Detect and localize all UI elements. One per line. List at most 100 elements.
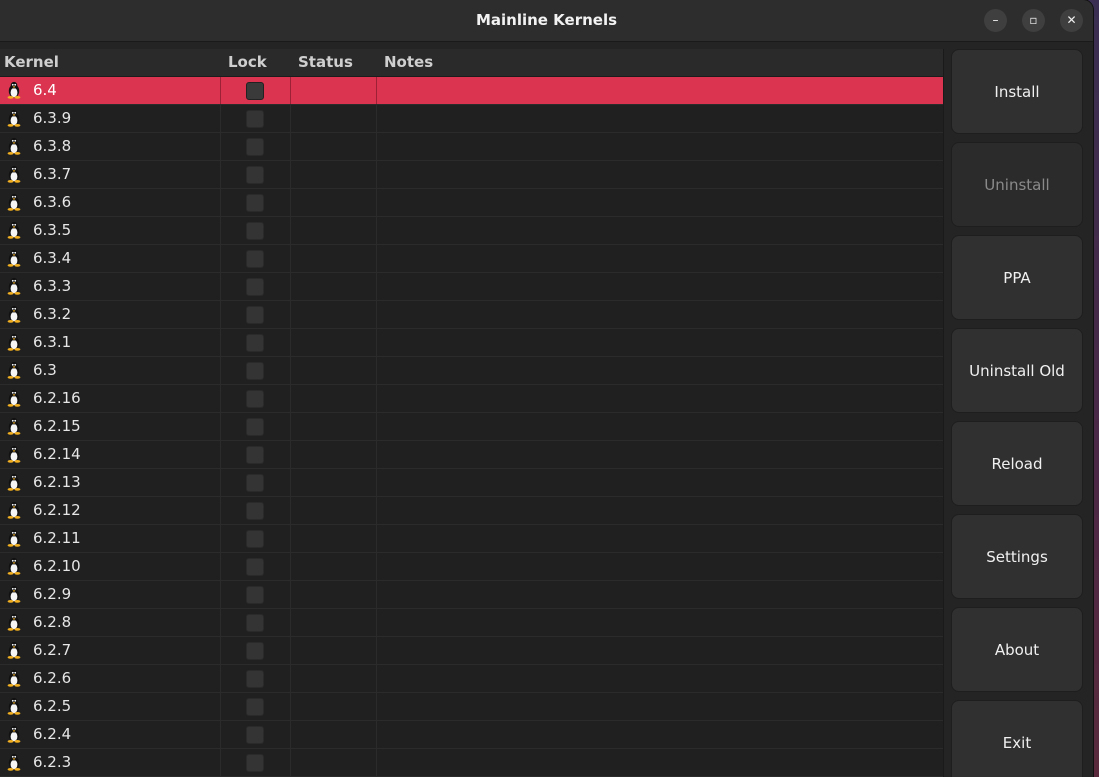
kernel-row[interactable]: 6.2.16 xyxy=(0,385,943,413)
about-button[interactable]: About xyxy=(951,607,1083,692)
kernel-row[interactable]: 6.3.2 xyxy=(0,301,943,329)
lock-checkbox[interactable] xyxy=(246,586,264,604)
close-button[interactable]: ✕ xyxy=(1060,9,1083,32)
lock-checkbox[interactable] xyxy=(246,390,264,408)
maximize-button[interactable]: ▫ xyxy=(1022,9,1045,32)
kernel-row[interactable]: 6.2.10 xyxy=(0,553,943,581)
tux-penguin-icon xyxy=(7,753,21,771)
lock-checkbox[interactable] xyxy=(246,166,264,184)
kernel-version: 6.3.9 xyxy=(33,109,72,127)
title-bar[interactable]: Mainline Kernels – ▫ ✕ xyxy=(0,0,1093,42)
tux-penguin-icon xyxy=(7,333,21,351)
kernel-row[interactable]: 6.2.3 xyxy=(0,749,943,777)
kernel-version: 6.2.14 xyxy=(33,445,81,463)
lock-checkbox[interactable] xyxy=(246,334,264,352)
kernel-row[interactable]: 6.2.14 xyxy=(0,441,943,469)
tux-penguin-icon xyxy=(7,613,21,631)
column-divider xyxy=(220,77,221,104)
kernel-version: 6.2.6 xyxy=(33,669,72,687)
lock-checkbox[interactable] xyxy=(246,530,264,548)
lock-checkbox[interactable] xyxy=(246,502,264,520)
kernel-row[interactable]: 6.2.13 xyxy=(0,469,943,497)
column-header-notes[interactable]: Notes xyxy=(384,53,433,71)
lock-checkbox[interactable] xyxy=(246,138,264,156)
lock-checkbox[interactable] xyxy=(246,278,264,296)
kernel-row[interactable]: 6.3.8 xyxy=(0,133,943,161)
column-divider xyxy=(220,441,221,468)
lock-checkbox[interactable] xyxy=(246,418,264,436)
kernel-row[interactable]: 6.2.8 xyxy=(0,609,943,637)
column-header-lock[interactable]: Lock xyxy=(228,53,267,71)
kernel-version: 6.3 xyxy=(33,361,57,379)
kernel-row[interactable]: 6.3.6 xyxy=(0,189,943,217)
column-divider xyxy=(376,189,377,216)
minimize-button[interactable]: – xyxy=(984,9,1007,32)
lock-checkbox[interactable] xyxy=(246,614,264,632)
column-divider xyxy=(376,693,377,720)
kernel-list[interactable]: Kernel Lock Status Notes 6.4 6.3.9 6.3.8 6.… xyxy=(0,49,944,777)
reload-button[interactable]: Reload xyxy=(951,421,1083,506)
lock-checkbox[interactable] xyxy=(246,670,264,688)
ppa-button[interactable]: PPA xyxy=(951,235,1083,320)
column-divider xyxy=(220,357,221,384)
column-divider xyxy=(376,413,377,440)
column-divider xyxy=(290,273,291,300)
kernel-row[interactable]: 6.2.6 xyxy=(0,665,943,693)
kernel-version: 6.2.13 xyxy=(33,473,81,491)
column-divider xyxy=(290,105,291,132)
kernel-row[interactable]: 6.2.7 xyxy=(0,637,943,665)
column-header-kernel[interactable]: Kernel xyxy=(4,53,59,71)
lock-checkbox[interactable] xyxy=(246,474,264,492)
lock-checkbox[interactable] xyxy=(246,82,264,100)
lock-checkbox[interactable] xyxy=(246,362,264,380)
exit-button[interactable]: Exit xyxy=(951,700,1083,777)
lock-checkbox[interactable] xyxy=(246,446,264,464)
lock-checkbox[interactable] xyxy=(246,726,264,744)
tux-penguin-icon xyxy=(7,249,21,267)
kernel-row[interactable]: 6.4 xyxy=(0,77,943,105)
kernel-version: 6.4 xyxy=(33,81,57,99)
lock-checkbox[interactable] xyxy=(246,698,264,716)
column-divider xyxy=(376,385,377,412)
settings-button[interactable]: Settings xyxy=(951,514,1083,599)
kernel-row[interactable]: 6.3.7 xyxy=(0,161,943,189)
kernel-row[interactable]: 6.2.12 xyxy=(0,497,943,525)
kernel-row[interactable]: 6.2.5 xyxy=(0,693,943,721)
column-divider xyxy=(220,497,221,524)
kernel-row[interactable]: 6.3.4 xyxy=(0,245,943,273)
lock-checkbox[interactable] xyxy=(246,642,264,660)
lock-checkbox[interactable] xyxy=(246,222,264,240)
column-header-status[interactable]: Status xyxy=(298,53,353,71)
column-divider xyxy=(290,581,291,608)
kernel-row[interactable]: 6.3.1 xyxy=(0,329,943,357)
column-divider xyxy=(220,385,221,412)
tux-penguin-icon xyxy=(7,305,21,323)
uninstall-button[interactable]: Uninstall xyxy=(951,142,1083,227)
tux-penguin-icon xyxy=(7,501,21,519)
kernel-row[interactable]: 6.3 xyxy=(0,357,943,385)
column-divider xyxy=(290,217,291,244)
kernel-row[interactable]: 6.2.9 xyxy=(0,581,943,609)
lock-checkbox[interactable] xyxy=(246,754,264,772)
kernel-row[interactable]: 6.3.5 xyxy=(0,217,943,245)
uninstall-old-button[interactable]: Uninstall Old xyxy=(951,328,1083,413)
tux-penguin-icon xyxy=(7,361,21,379)
tux-penguin-icon xyxy=(7,529,21,547)
kernel-row[interactable]: 6.2.11 xyxy=(0,525,943,553)
kernel-version: 6.2.8 xyxy=(33,613,72,631)
lock-checkbox[interactable] xyxy=(246,306,264,324)
lock-checkbox[interactable] xyxy=(246,250,264,268)
column-divider xyxy=(290,133,291,160)
lock-checkbox[interactable] xyxy=(246,194,264,212)
list-header: Kernel Lock Status Notes xyxy=(0,49,943,77)
kernel-row[interactable]: 6.2.4 xyxy=(0,721,943,749)
kernel-row[interactable]: 6.2.15 xyxy=(0,413,943,441)
lock-checkbox[interactable] xyxy=(246,110,264,128)
column-divider xyxy=(290,665,291,692)
column-divider xyxy=(376,133,377,160)
install-button[interactable]: Install xyxy=(951,49,1083,134)
kernel-row[interactable]: 6.3.9 xyxy=(0,105,943,133)
tux-penguin-icon xyxy=(7,641,21,659)
lock-checkbox[interactable] xyxy=(246,558,264,576)
kernel-row[interactable]: 6.3.3 xyxy=(0,273,943,301)
